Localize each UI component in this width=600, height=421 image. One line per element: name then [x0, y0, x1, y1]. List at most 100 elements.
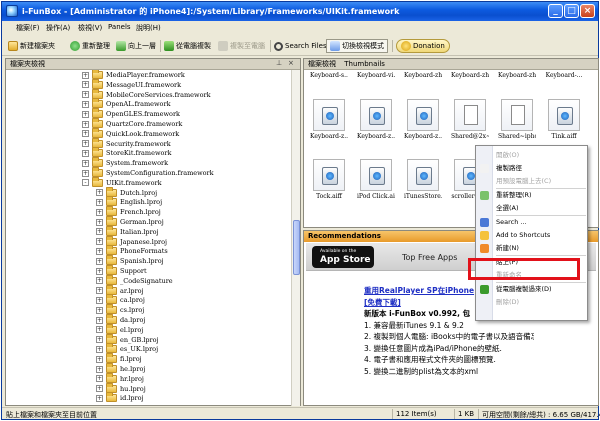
new-item-icon — [480, 244, 489, 253]
tree-node[interactable]: + hu.lproj — [96, 382, 146, 394]
expand-icon[interactable]: + — [82, 71, 89, 79]
file-thumbnail[interactable]: Keyboard-s... — [310, 72, 348, 79]
expand-icon[interactable]: + — [82, 159, 89, 167]
tree-node[interactable]: + ca.lproj — [96, 294, 145, 305]
app-store-badge[interactable]: Available on the App Store — [312, 246, 374, 268]
expand-icon[interactable]: + — [96, 257, 103, 265]
expand-icon[interactable]: + — [96, 228, 103, 236]
new-folder-button[interactable]: 新建檔案夾 — [8, 39, 55, 53]
context-menu-item[interactable]: 從電腦複製過來(D) — [496, 284, 552, 295]
context-menu-item[interactable]: 開啟(O) — [496, 150, 519, 161]
tree-node[interactable]: + MobileCoreServices.framework — [82, 88, 211, 100]
file-thumbnail[interactable]: iPod Click.aiff — [357, 159, 395, 200]
context-menu-item[interactable]: 複製路徑 — [496, 163, 522, 174]
expand-icon[interactable]: + — [82, 140, 89, 148]
menu-file[interactable]: 檔案(F) — [16, 23, 40, 33]
tree-scrollbar[interactable] — [291, 70, 300, 406]
copy-from-pc-button[interactable]: 從電腦複製 — [164, 39, 211, 53]
file-thumbnail[interactable]: Keyboard-z... — [404, 99, 442, 140]
file-thumbnail[interactable]: Tock.aiff — [310, 159, 348, 200]
up-level-button[interactable]: 向上一層 — [116, 39, 156, 53]
context-menu-item[interactable]: 重新整理(R) — [496, 190, 532, 201]
expand-icon[interactable]: + — [82, 169, 89, 177]
file-thumbnail[interactable]: Shared~ipho... — [498, 99, 536, 140]
expand-icon[interactable]: + — [96, 218, 103, 226]
menu-view[interactable]: 檢視(V) — [78, 23, 102, 33]
tree-node[interactable]: + id.lproj — [96, 392, 144, 403]
thumbnail-label: Keyboard-zh... — [451, 72, 489, 79]
expand-icon[interactable]: + — [96, 189, 103, 197]
expand-icon[interactable]: + — [96, 208, 103, 216]
search-files-button[interactable]: Search Files — [274, 39, 327, 53]
close-pane-icon[interactable]: × — [288, 59, 294, 67]
file-thumbnail[interactable]: Shared@2x~... — [451, 99, 489, 140]
expand-icon[interactable]: + — [82, 149, 89, 157]
tree-node[interactable]: + SystemConfiguration.framework — [82, 167, 214, 178]
expand-icon[interactable]: + — [82, 120, 89, 128]
tree-node[interactable]: - UIKit.framework — [82, 176, 162, 188]
expand-icon[interactable]: + — [96, 375, 103, 383]
file-thumbnail[interactable]: Keyboard-z... — [310, 99, 348, 140]
expand-icon[interactable]: + — [96, 345, 103, 353]
expand-icon[interactable]: + — [96, 385, 103, 393]
tree-node[interactable]: + Support — [96, 265, 147, 276]
file-thumbnail[interactable]: Keyboard-z... — [357, 99, 395, 140]
expand-icon[interactable]: + — [96, 238, 103, 246]
file-thumbnail[interactable]: Keyboard-zh... — [404, 72, 442, 79]
context-menu-item[interactable]: Search ... — [496, 217, 527, 228]
tree-node-label: ar.lproj — [120, 286, 144, 295]
tree-node[interactable]: + hr.lproj — [96, 372, 144, 384]
tree-node[interactable]: + he.lproj — [96, 363, 145, 374]
expand-icon[interactable]: + — [96, 267, 103, 275]
expand-icon[interactable]: + — [96, 306, 103, 314]
collapse-icon[interactable]: - — [82, 179, 89, 187]
expand-icon[interactable]: + — [96, 198, 103, 206]
context-menu-item[interactable]: 用預設電腦上去(C) — [496, 176, 551, 187]
expand-icon[interactable]: + — [96, 355, 103, 363]
file-thumbnail[interactable]: Keyboard-... — [545, 72, 583, 79]
copy-to-pc-button[interactable]: 複製至電腦 — [218, 39, 265, 53]
expand-icon[interactable]: + — [96, 247, 103, 255]
file-thumbnail[interactable]: Tink.aiff — [545, 99, 583, 140]
menu-help[interactable]: 說明(H) — [136, 23, 161, 33]
context-menu-item[interactable]: Add to Shortcuts — [496, 230, 550, 241]
context-menu-item[interactable]: 新建(N) — [496, 243, 519, 254]
expand-icon[interactable]: + — [96, 336, 103, 344]
expand-icon[interactable]: + — [82, 100, 89, 108]
expand-icon[interactable]: + — [96, 394, 103, 402]
file-thumbnail[interactable]: Keyboard-vi... — [357, 72, 395, 79]
close-icon[interactable]: × — [580, 4, 595, 18]
tree-node[interactable]: + fi.lproj — [96, 353, 142, 364]
expand-icon[interactable]: + — [96, 277, 103, 285]
refresh-button[interactable]: 重新整理 — [70, 39, 110, 53]
context-menu-item[interactable]: 刪除(D) — [496, 297, 519, 308]
sound-file-icon — [369, 107, 385, 125]
expand-icon[interactable]: + — [82, 81, 89, 89]
file-thumbnail[interactable]: iTunesStore... — [404, 159, 442, 200]
tree-node[interactable]: + da.lproj — [96, 314, 145, 325]
maximize-icon[interactable]: □ — [564, 4, 579, 18]
menu-panels[interactable]: Panels — [108, 23, 131, 31]
expand-icon[interactable]: + — [96, 365, 103, 373]
expand-icon[interactable]: + — [96, 296, 103, 304]
file-thumbnail[interactable]: Keyboard-zh... — [451, 72, 489, 79]
tree-node[interactable]: + cs.lproj — [96, 304, 144, 315]
expand-icon[interactable]: + — [82, 110, 89, 118]
expand-icon[interactable]: + — [82, 130, 89, 138]
expand-icon[interactable]: + — [96, 287, 103, 295]
title-bar[interactable]: i-FunBox - [Administrator 的 iPhone4]:/Sy… — [2, 2, 598, 21]
menu-action[interactable]: 操作(A) — [46, 23, 70, 33]
context-menu-item[interactable]: 全選(A) — [496, 203, 519, 214]
scrollbar-thumb[interactable] — [293, 220, 300, 275]
tree-node-label: hr.lproj — [120, 374, 144, 383]
expand-icon[interactable]: + — [82, 91, 89, 99]
donation-button[interactable]: Donation — [396, 39, 450, 53]
minimize-icon[interactable]: _ — [548, 4, 563, 18]
expand-icon[interactable]: + — [96, 326, 103, 334]
expand-icon[interactable]: + — [96, 316, 103, 324]
toggle-view-button[interactable]: 切換檢視模式 — [326, 39, 388, 53]
tree-node[interactable]: + el.lproj — [96, 323, 143, 335]
tree-node[interactable]: + ar.lproj — [96, 284, 144, 296]
pin-icon[interactable]: ⊥ — [276, 59, 282, 67]
file-thumbnail[interactable]: Keyboard-zh... — [498, 72, 536, 79]
